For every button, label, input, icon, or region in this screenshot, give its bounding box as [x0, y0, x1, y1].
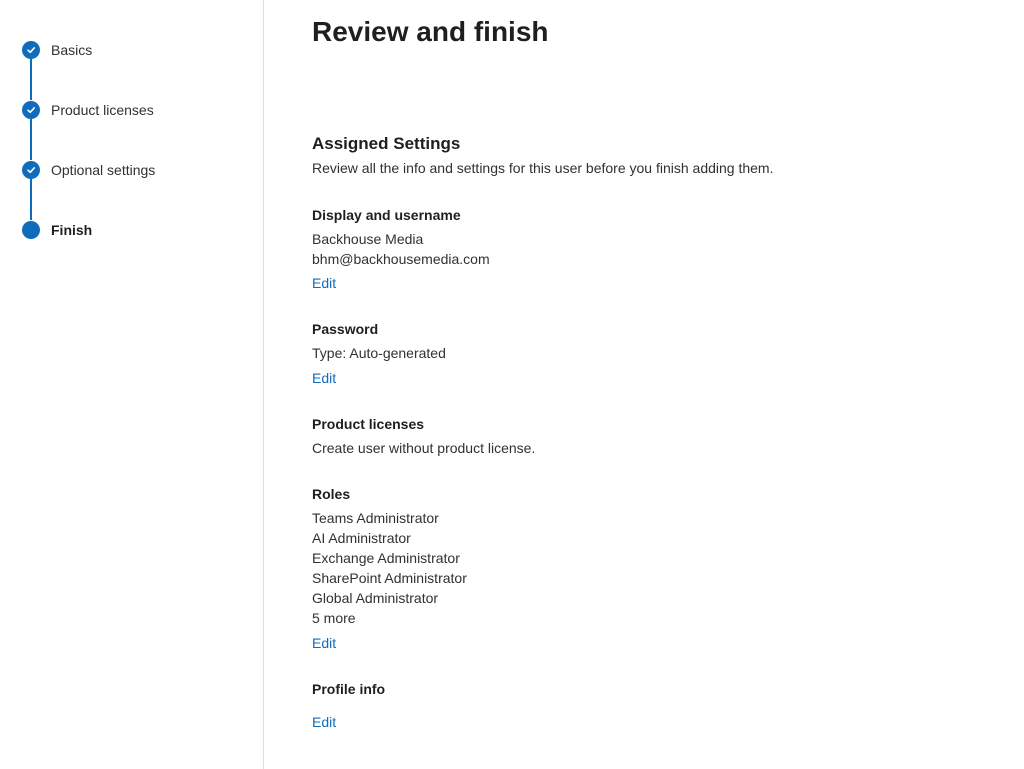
checkmark-icon [22, 101, 40, 119]
product-licenses-value: Create user without product license. [312, 440, 536, 456]
step-optional-settings[interactable]: Optional settings [22, 160, 155, 180]
checkmark-icon [22, 161, 40, 179]
page-title: Review and finish [312, 16, 549, 47]
role-item: AI Administrator [312, 530, 411, 546]
product-licenses-label: Product licenses [312, 416, 425, 432]
step-finish[interactable]: Finish [22, 220, 92, 240]
role-item: SharePoint Administrator [312, 570, 467, 586]
profile-info-label: Profile info [312, 681, 386, 697]
step-connector [30, 59, 32, 100]
current-step-dot-icon [22, 221, 40, 239]
edit-display-username-link[interactable]: Edit [312, 273, 336, 293]
roles-label: Roles [312, 486, 351, 502]
username-value: bhm@backhousemedia.com [312, 251, 490, 267]
step-label: Basics [51, 42, 93, 58]
password-type-value: Type: Auto-generated [312, 345, 446, 361]
wizard-stepper: Basics Product licenses Optional setting… [0, 0, 264, 769]
role-item: Teams Administrator [312, 510, 439, 526]
section-description: Review all the info and settings for thi… [312, 160, 774, 176]
edit-password-link[interactable]: Edit [312, 368, 336, 388]
edit-roles-link[interactable]: Edit [312, 633, 336, 653]
display-name-value: Backhouse Media [312, 231, 424, 247]
step-product-licenses[interactable]: Product licenses [22, 100, 154, 120]
checkmark-icon [22, 41, 40, 59]
section-title: Assigned Settings [312, 134, 461, 153]
step-label: Finish [51, 222, 93, 238]
role-item: Exchange Administrator [312, 550, 460, 566]
step-connector [30, 119, 32, 160]
role-item: Global Administrator [312, 590, 439, 606]
page: Basics Product licenses Optional setting… [0, 0, 1024, 769]
password-label: Password [312, 321, 379, 337]
step-label: Product licenses [51, 102, 154, 118]
edit-profile-info-link[interactable]: Edit [312, 712, 336, 732]
step-label: Optional settings [51, 162, 156, 178]
roles-more-count: 5 more [312, 610, 356, 626]
step-basics[interactable]: Basics [22, 40, 92, 60]
step-connector [30, 179, 32, 220]
display-username-label: Display and username [312, 207, 461, 223]
